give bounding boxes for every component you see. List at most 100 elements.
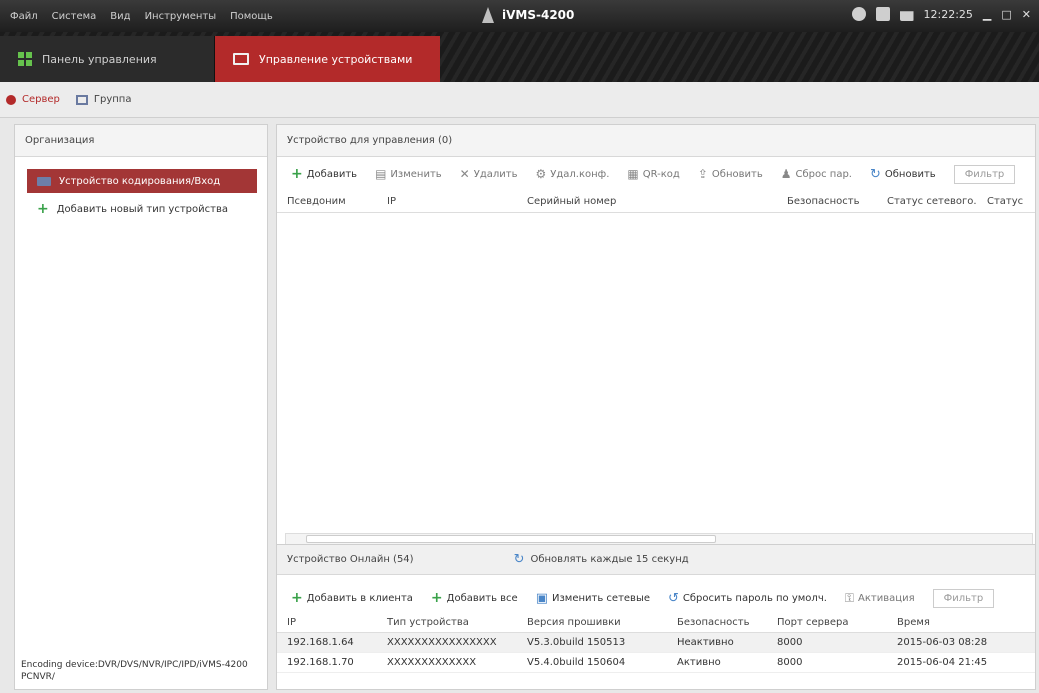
filter-input[interactable]: Фильтр <box>953 164 1016 184</box>
tab-server[interactable]: Сервер <box>6 94 60 105</box>
modify-network-button[interactable]: ▣ Изменить сетевые <box>536 591 650 606</box>
user-icon[interactable] <box>851 7 866 21</box>
add-to-client-label: Добавить в клиента <box>306 592 413 604</box>
plus-icon: + <box>37 201 49 217</box>
scrollbar-thumb[interactable] <box>306 535 716 543</box>
qr-code-button-label: QR-код <box>642 168 680 180</box>
table-row[interactable]: 192.168.1.70 XXXXXXXXXXXXX V5.4.0build 1… <box>277 653 1035 673</box>
column-header[interactable]: Тип устройства <box>377 617 517 628</box>
tab-control-panel-label: Панель управления <box>42 52 157 66</box>
menu-system[interactable]: Система <box>52 11 97 22</box>
add-to-client-button[interactable]: + Добавить в клиента <box>291 590 413 606</box>
plus-icon: + <box>291 166 303 182</box>
server-icon <box>6 94 16 105</box>
upgrade-icon: ⇪ <box>697 167 708 181</box>
online-devices-panel: Устройство Онлайн (54) ↻ Обновлять кажды… <box>276 544 1036 690</box>
remote-config-button[interactable]: ⚙ Удал.конф. <box>535 167 609 181</box>
online-devices-title: Устройство Онлайн (54) <box>287 554 414 565</box>
menu-tools[interactable]: Инструменты <box>145 11 217 22</box>
tab-device-management-label: Управление устройствами <box>259 52 413 66</box>
cell-security: Активно <box>677 657 721 668</box>
managed-table-header: Псевдоним IP Серийный номер Безопасность… <box>277 191 1035 213</box>
cell-ip: 192.168.1.70 <box>287 657 354 668</box>
refresh-icon: ↻ <box>513 552 525 567</box>
sub-tabs: Сервер Группа <box>0 82 1039 118</box>
grid-icon <box>18 52 32 66</box>
plus-icon: + <box>430 590 443 606</box>
column-header[interactable]: Безопасность <box>667 617 767 628</box>
lock-icon[interactable] <box>875 7 890 21</box>
column-header[interactable]: Время <box>887 617 1027 628</box>
clock-text: 12:22:25 <box>923 7 973 21</box>
activate-icon: ⚿ <box>844 590 855 605</box>
auto-refresh[interactable]: ↻ Обновлять каждые 15 секунд <box>514 552 689 567</box>
activate-label: Активация <box>858 592 915 604</box>
qr-code-button[interactable]: ▦ QR-код <box>627 167 679 181</box>
menu-help[interactable]: Помощь <box>230 11 273 22</box>
column-header[interactable]: Безопасность <box>777 196 877 207</box>
menu-view[interactable]: Вид <box>110 11 130 22</box>
group-icon <box>75 94 88 105</box>
reset-password-button-label: Сброс пар. <box>795 168 852 180</box>
activate-button[interactable]: ⚿ Активация <box>845 591 915 606</box>
menu-file[interactable]: Файл <box>10 11 38 22</box>
column-header[interactable]: IP <box>277 617 377 628</box>
edit-button[interactable]: ▤ Изменить <box>375 167 442 181</box>
column-header[interactable]: IP <box>377 196 517 207</box>
cell-time: 2015-06-04 21:45 <box>897 657 988 668</box>
monitor-icon <box>233 53 249 65</box>
column-header[interactable]: Порт сервера <box>767 617 887 628</box>
maximize-icon[interactable]: □ <box>1001 8 1011 21</box>
minimize-icon[interactable]: ▁ <box>983 8 991 21</box>
refresh-button-label: Обновить <box>884 168 936 180</box>
cell-device-type: XXXXXXXXXXXXXXXX <box>387 637 497 648</box>
filter-input[interactable]: Фильтр <box>932 588 995 608</box>
refresh-button[interactable]: ↻ Обновить <box>870 167 936 182</box>
tab-device-management[interactable]: Управление устройствами <box>215 36 440 82</box>
tree-item-label: Устройство кодирования/Вход <box>59 175 221 187</box>
organization-header: Организация <box>15 125 267 157</box>
managed-devices-title: Устройство для управления (0) <box>277 125 1035 157</box>
cpu-icon[interactable] <box>899 11 914 21</box>
reset-password-button[interactable]: ♟ Сброс пар. <box>781 167 852 181</box>
online-table-header: IP Тип устройства Версия прошивки Безопа… <box>277 613 1035 633</box>
menu-bar: Файл Система Вид Инструменты Помощь <box>0 11 273 22</box>
delete-button[interactable]: ✕ Удалить <box>460 167 518 181</box>
managed-devices-panel: Устройство для управления (0) + Добавить … <box>276 124 1036 552</box>
column-header[interactable]: Псевдоним <box>277 196 377 207</box>
tab-server-label: Сервер <box>22 94 60 105</box>
delete-button-label: Удалить <box>473 168 518 180</box>
upgrade-button[interactable]: ⇪ Обновить <box>698 167 763 181</box>
add-all-button[interactable]: + Добавить все <box>431 590 518 606</box>
title-bar: Файл Система Вид Инструменты Помощь iVMS… <box>0 0 1039 32</box>
settings-icon: ⚙ <box>535 167 547 181</box>
cell-time: 2015-06-03 08:28 <box>897 637 988 648</box>
column-header[interactable]: Статус <box>977 196 1027 207</box>
managed-toolbar: + Добавить ▤ Изменить ✕ Удалить ⚙ Удал.конф.… <box>277 157 1035 191</box>
cell-port: 8000 <box>777 657 803 668</box>
reset-password-label: Сбросить пароль по умолч. <box>682 592 827 604</box>
device-type-description: Encoding device:DVR/DVS/NVR/IPC/IPD/iVMS… <box>21 660 248 682</box>
network-icon: ▣ <box>535 590 548 606</box>
table-row[interactable]: 192.168.1.64 XXXXXXXXXXXXXXXX V5.3.0buil… <box>277 633 1035 653</box>
app-title: iVMS-4200 <box>482 7 574 23</box>
qr-icon: ▦ <box>627 167 639 181</box>
add-all-label: Добавить все <box>446 592 518 604</box>
refresh-icon: ↻ <box>869 166 881 182</box>
online-toolbar: + Добавить в клиента + Добавить все ▣ Измен… <box>277 583 1035 613</box>
close-icon[interactable]: ✕ <box>1022 8 1031 21</box>
cell-ip: 192.168.1.64 <box>287 637 354 648</box>
title-right: 12:22:25 ▁ □ ✕ <box>851 7 1031 21</box>
tab-group[interactable]: Группа <box>75 94 131 105</box>
add-button[interactable]: + Добавить <box>291 166 357 182</box>
tab-control-panel[interactable]: Панель управления <box>0 36 215 82</box>
column-header[interactable]: Статус сетевого... <box>877 196 977 207</box>
tree-item-encoding-device[interactable]: Устройство кодирования/Вход <box>27 169 257 193</box>
tree-item-add-device-type[interactable]: + Добавить новый тип устройства <box>37 199 257 219</box>
auto-refresh-label: Обновлять каждые 15 секунд <box>530 554 689 565</box>
organization-panel: Организация Устройство кодирования/Вход … <box>14 124 268 690</box>
column-header[interactable]: Версия прошивки <box>517 617 667 628</box>
reset-icon: ↺ <box>668 590 679 606</box>
column-header[interactable]: Серийный номер <box>517 196 777 207</box>
reset-password-button[interactable]: ↺ Сбросить пароль по умолч. <box>668 591 827 606</box>
